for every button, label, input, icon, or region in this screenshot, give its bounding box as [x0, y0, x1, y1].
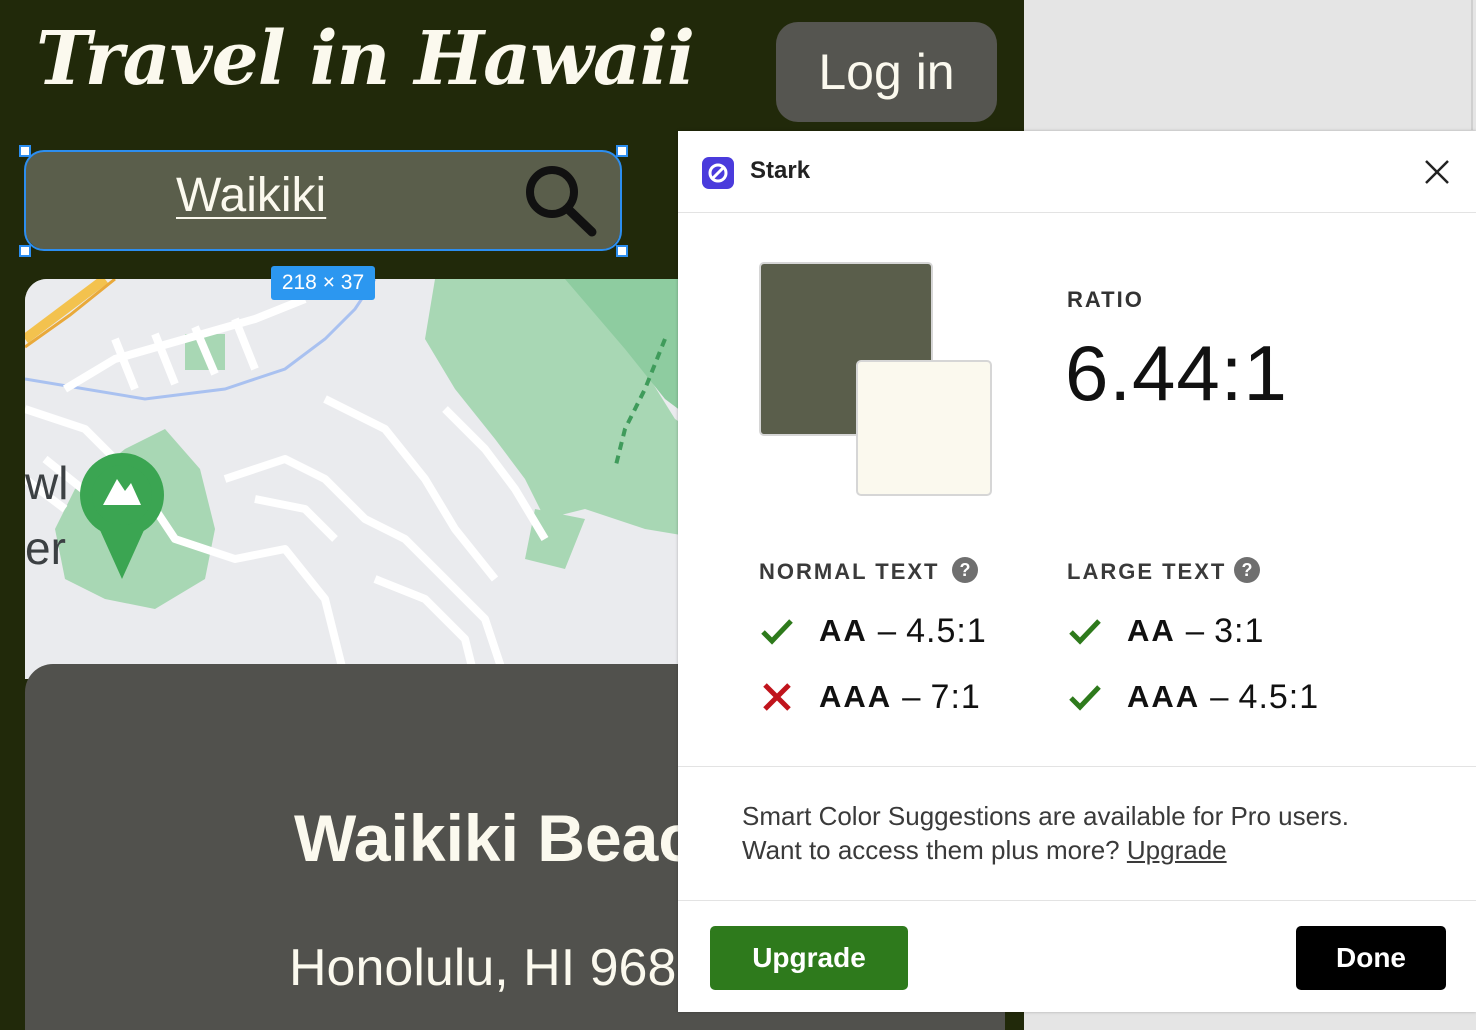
map-view[interactable]: wl er: [25, 279, 705, 679]
place-name: Waikiki Beach: [294, 801, 736, 875]
resize-handle-bottom-left[interactable]: [19, 245, 31, 257]
check-level: AAA: [819, 679, 893, 714]
check-ratio: 3:1: [1214, 611, 1265, 650]
large-aaa-row: AAA – 4.5:1: [1067, 677, 1319, 717]
check-icon: [761, 619, 793, 645]
separator-dash: –: [1210, 678, 1229, 715]
canvas-edge: [1471, 0, 1473, 130]
check-level: AA: [1127, 613, 1176, 648]
suggestion-line-2: Want to access them plus more? Upgrade: [742, 833, 1349, 867]
app-title: Travel in Hawaii: [36, 16, 695, 102]
resize-handle-top-left[interactable]: [19, 145, 31, 157]
cross-icon: [763, 683, 791, 711]
check-level: AAA: [1127, 679, 1201, 714]
check-ratio: 4.5:1: [1238, 677, 1320, 716]
separator-dash: –: [877, 612, 897, 649]
suggestion-text: Smart Color Suggestions are available fo…: [742, 799, 1349, 867]
suggestion-line-1: Smart Color Suggestions are available fo…: [742, 801, 1349, 831]
done-button[interactable]: Done: [1296, 926, 1446, 990]
selection-frame[interactable]: [24, 150, 622, 251]
normal-aa-row: AA – 4.5:1: [759, 611, 987, 651]
panel-header: Stark: [678, 131, 1476, 213]
panel-title: Stark: [750, 157, 811, 184]
selection-size-label: 218 × 37: [271, 266, 375, 300]
normal-aaa-row: AAA – 7:1: [759, 677, 981, 717]
upgrade-link[interactable]: Upgrade: [1127, 835, 1227, 865]
close-icon[interactable]: [1424, 159, 1450, 185]
check-ratio: 7:1: [930, 677, 981, 716]
check-icon: [1069, 619, 1101, 645]
large-text-heading: LARGE TEXT: [1067, 559, 1227, 584]
large-aa-row: AA – 3:1: [1067, 611, 1264, 651]
help-icon[interactable]: ?: [1234, 557, 1260, 583]
ratio-value: 6.44:1: [1065, 329, 1288, 417]
ratio-label: RATIO: [1067, 287, 1144, 312]
login-button[interactable]: Log in: [776, 22, 997, 122]
stark-logo-icon: [702, 157, 734, 189]
separator-dash: –: [902, 678, 921, 715]
check-ratio: 4.5:1: [906, 611, 987, 650]
map-label: wl: [25, 457, 68, 509]
suggestion-line-2-text: Want to access them plus more?: [742, 835, 1120, 865]
map-label: er: [25, 522, 66, 574]
stark-panel: Stark RATIO 6.44:1 NORMAL TEXT ? AA – 4.…: [678, 131, 1476, 1012]
upgrade-button[interactable]: Upgrade: [710, 926, 908, 990]
normal-text-heading: NORMAL TEXT: [759, 559, 940, 584]
background-swatch[interactable]: [856, 360, 992, 496]
separator-dash: –: [1185, 612, 1205, 649]
check-icon: [1069, 685, 1101, 711]
divider: [678, 900, 1476, 901]
resize-handle-top-right[interactable]: [616, 145, 628, 157]
place-address: Honolulu, HI 968: [289, 939, 677, 997]
check-level: AA: [819, 613, 868, 648]
help-icon[interactable]: ?: [952, 557, 978, 583]
divider: [678, 766, 1476, 767]
resize-handle-bottom-right[interactable]: [616, 245, 628, 257]
